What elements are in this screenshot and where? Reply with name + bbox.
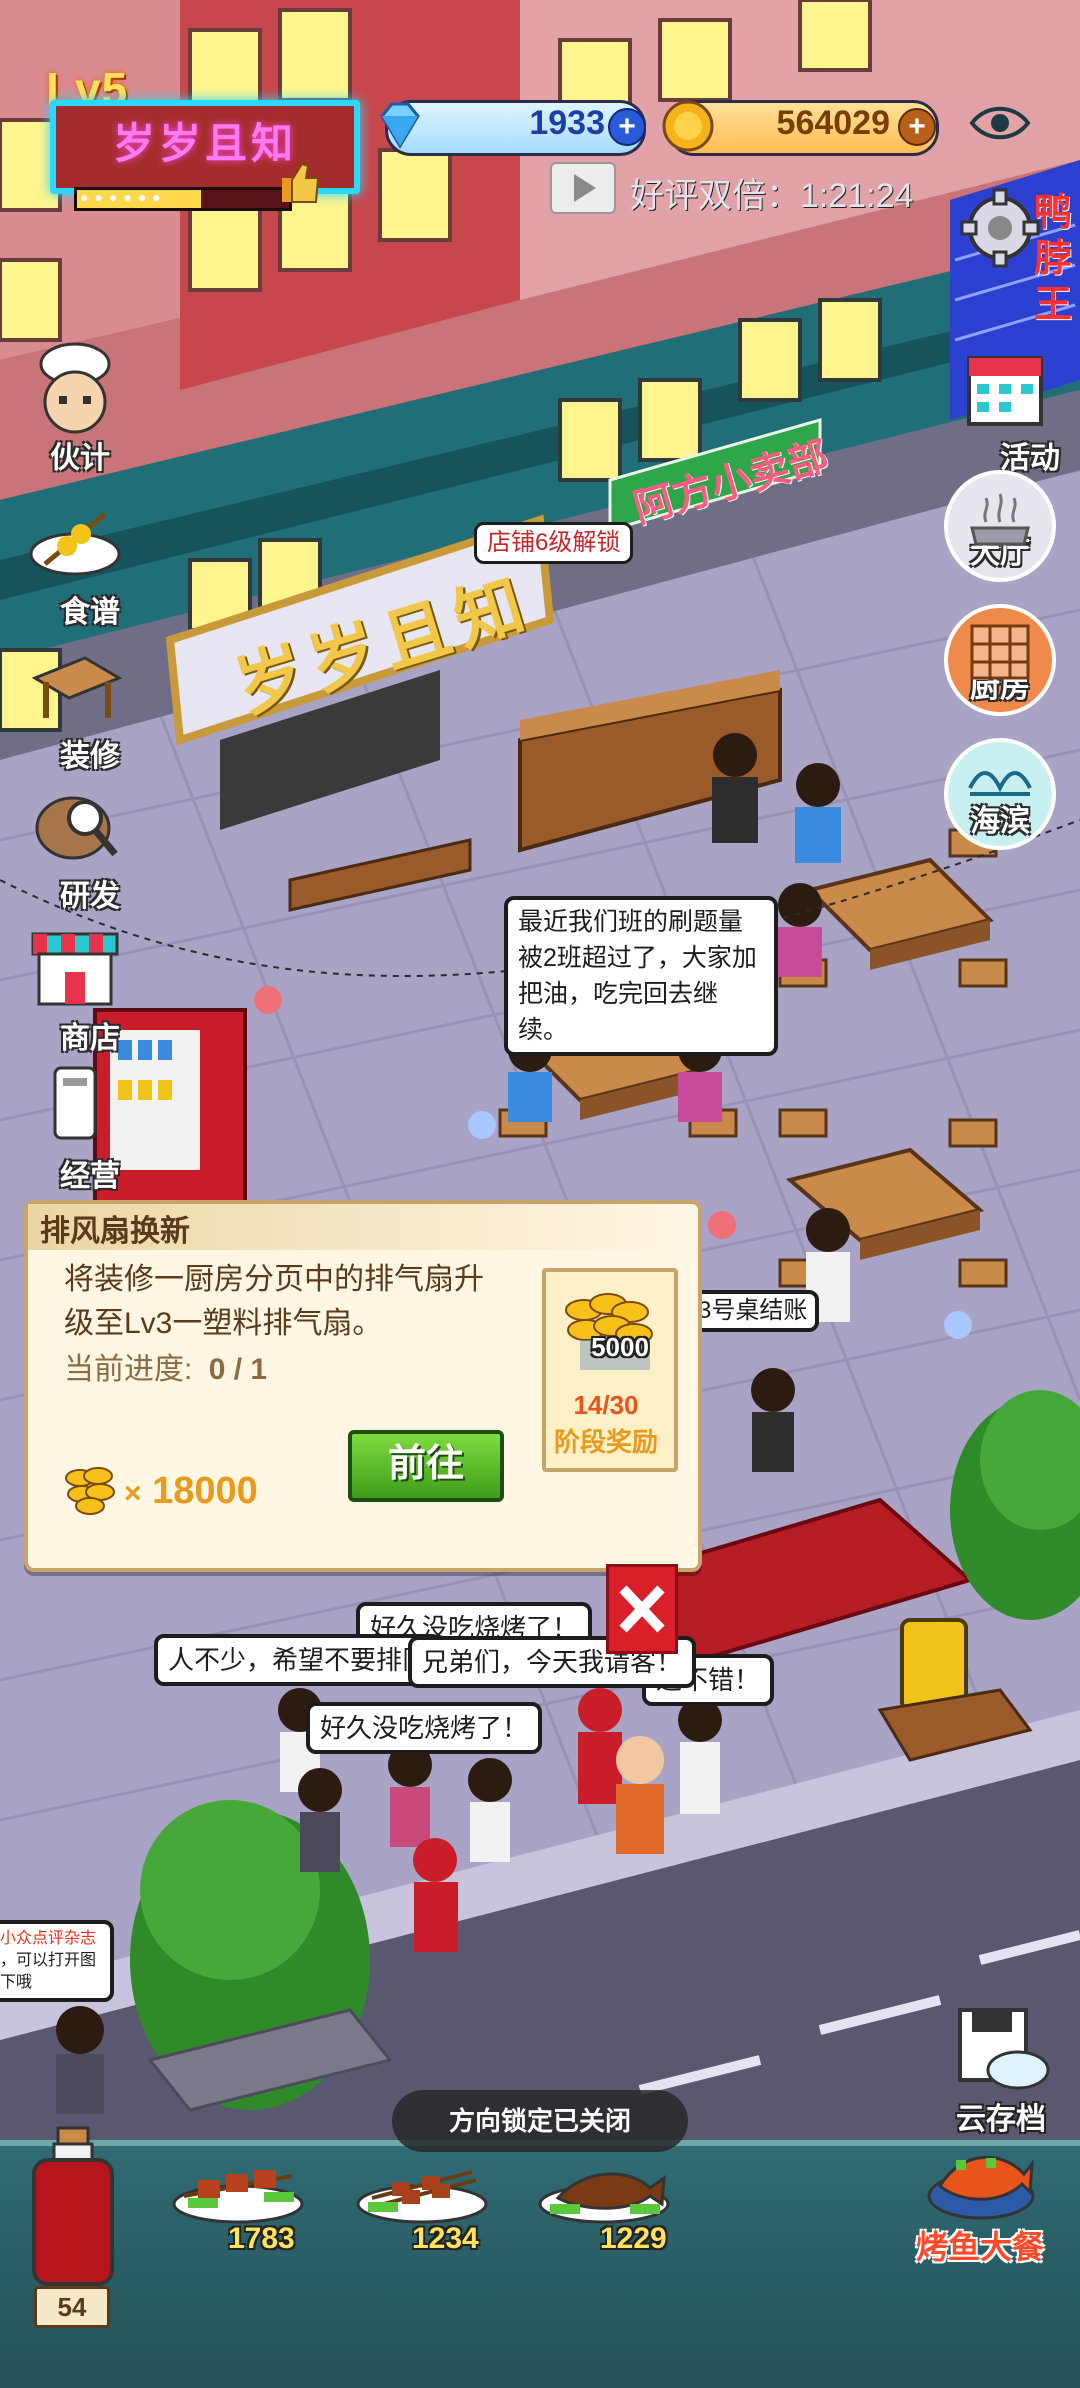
gem-plus-button[interactable]: + <box>608 108 646 146</box>
menu-hall[interactable]: 大厅 <box>944 470 1056 582</box>
close-icon <box>619 1585 665 1633</box>
toast-message: 方向锁定已关闭 <box>392 2090 688 2152</box>
quest-progress-value: 0 / 1 <box>208 1353 268 1386</box>
chef-icon <box>39 342 111 434</box>
coin-icon <box>662 100 714 152</box>
quest-reward-multiplier: × <box>124 1477 142 1510</box>
menu-kitchen[interactable]: 厨房 <box>944 604 1056 716</box>
checkout-bubble: 3号桌结账 <box>686 1290 820 1332</box>
stage-progress: 14/30 <box>573 1390 639 1420</box>
queue-bubble-5: 好久没吃烧烤了！ <box>306 1702 543 1754</box>
recipe-icon <box>29 512 121 576</box>
menu-shop[interactable]: 商店 <box>0 920 150 1057</box>
coin-count: 564029 <box>776 104 890 142</box>
sauce-bottle-icon[interactable] <box>28 2124 118 2288</box>
exp-dots: ●●●●●● <box>80 189 167 205</box>
side-note-line-3: 下哦 <box>0 1974 33 1991</box>
thumbs-up-icon <box>282 162 320 203</box>
quest-title: 排风扇换新 <box>40 1215 190 1248</box>
dish-count-3: 1229 <box>600 2222 667 2255</box>
go-button[interactable]: 前往 <box>348 1430 504 1502</box>
quest-description: 将装修一厨房分页中的排气扇升级至Lv3一塑料排气扇。 <box>64 1263 484 1340</box>
manage-icon <box>53 1066 97 1140</box>
menu-research[interactable]: 研发 <box>0 778 150 915</box>
mixed-skewer-icon[interactable] <box>352 2148 492 2228</box>
side-note-line-2: ，可以打开图 <box>0 1952 97 1969</box>
side-note-bubble: 小众点评杂志 ，可以打开图 下哦 <box>0 1920 114 2002</box>
menu-beach[interactable]: 海滨 <box>944 738 1056 850</box>
quest-progress-label: 当前进度: <box>64 1353 193 1386</box>
menu-events[interactable]: 活动 <box>930 340 1080 477</box>
gem-icon <box>380 102 420 149</box>
calendar-icon <box>967 356 1043 426</box>
queue-bubble-2: 人不少，希望不要排队 <box>154 1634 443 1686</box>
fish-feast-icon[interactable] <box>926 2130 1036 2222</box>
research-icon <box>35 796 118 860</box>
menu-staff[interactable]: 伙计 <box>0 340 150 477</box>
meat-skewer-icon[interactable] <box>168 2148 308 2228</box>
bottle-count: 54 <box>34 2286 110 2328</box>
beach-icon <box>968 771 1032 796</box>
unlock-label[interactable]: 店铺6级解锁 <box>474 522 634 564</box>
quest-reward: × 18000 <box>124 1470 258 1513</box>
double-praise-timer: 好评双倍：1:21:24 <box>630 177 914 215</box>
shop-icon <box>31 932 119 1006</box>
settings-gear-icon[interactable] <box>960 188 1040 268</box>
hall-icon <box>970 493 1030 546</box>
quest-progress: 当前进度: 0 / 1 <box>64 1344 267 1388</box>
menu-recipe[interactable]: 食谱 <box>0 494 150 631</box>
coin-plus-button[interactable]: + <box>898 108 936 146</box>
menu-decor[interactable]: 装修 <box>0 638 150 775</box>
menu-beach-label: 海滨 <box>970 805 1030 838</box>
reward-coin-icon <box>65 1467 115 1515</box>
dish-count-2: 1234 <box>412 2222 479 2255</box>
quest-reward-amount: 18000 <box>152 1470 258 1512</box>
menu-staff-label: 伙计 <box>50 442 110 475</box>
menu-manage[interactable]: 经营 <box>0 1058 150 1195</box>
kitchen-icon <box>970 624 1030 680</box>
side-note-line-1: 小众点评杂志 <box>0 1930 97 1947</box>
decor-icon <box>31 656 123 718</box>
street-background[interactable] <box>0 0 1080 2388</box>
grilled-fish-icon[interactable] <box>534 2148 674 2228</box>
play-video-icon[interactable] <box>550 162 616 214</box>
stage-reward-label: 阶段奖励 <box>553 1427 658 1457</box>
fish-feast-label[interactable]: 烤鱼大餐 <box>916 2222 1044 2268</box>
stage-reward-value: 5000 <box>591 1332 649 1362</box>
cloud-save-icon[interactable] <box>956 2004 1052 2094</box>
right-shop-sign: 鸭脖王 <box>1034 192 1073 326</box>
students-bubble: 最近我们班的刷题量 被2班超过了，大家加 把油，吃完回去继续。 <box>504 896 778 1056</box>
close-button[interactable] <box>606 1564 678 1654</box>
gem-count: 1933 <box>529 104 605 142</box>
eye-icon[interactable] <box>968 100 1032 146</box>
game-scene[interactable]: 岁岁且知 阿方小卖部 鸭脖王 店铺6级解锁 Lv5 岁岁且知 ●●●●●● 19… <box>0 0 1080 2388</box>
coin-pile-icon <box>565 1293 653 1370</box>
dish-count-1: 1783 <box>228 2222 295 2255</box>
